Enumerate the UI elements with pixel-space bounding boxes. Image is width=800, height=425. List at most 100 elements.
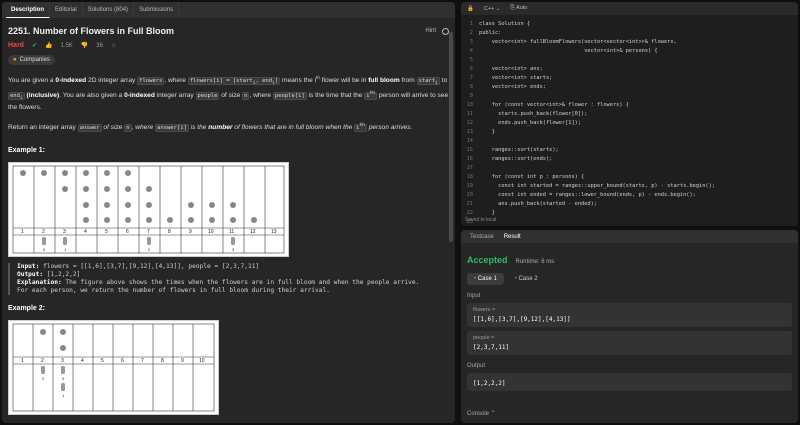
console-toggle[interactable]: Console ⌃ — [467, 410, 496, 417]
flower-icon — [188, 217, 194, 224]
code-line[interactable]: 4 vector<int>& persons) { — [461, 47, 798, 56]
person-label: 2 — [42, 376, 45, 381]
input-people-box: people = [2,3,7,11] — [467, 331, 792, 355]
like-icon[interactable]: 👍 — [45, 42, 52, 49]
grid-col-label: 5 — [105, 229, 108, 235]
code-text[interactable]: vector<int> starts; — [479, 74, 553, 83]
companies-chip[interactable]: ● Companies — [8, 55, 55, 65]
line-number: 19 — [466, 183, 473, 189]
timer-icon[interactable] — [442, 27, 449, 35]
person-label: 1 — [62, 393, 65, 398]
code-text[interactable]: starts.push_back(flower[0]); — [479, 110, 587, 119]
description-content: 2251. Number of Flowers in Full Bloom Hi… — [2, 18, 455, 423]
code-line[interactable]: 8 vector<int> ends; — [461, 83, 798, 92]
code-line[interactable]: 6 vector<int> ans; — [461, 65, 798, 74]
editor-toolbar: 🔒 C++ ⌄ ⎘ Auto — [461, 2, 798, 15]
lock-icon: ● — [13, 57, 17, 63]
description-paragraph-1: You are given a 0-indexed 2D integer arr… — [8, 75, 449, 112]
line-number: 15 — [466, 147, 473, 153]
person-label: 0 — [62, 376, 65, 381]
person-icon — [63, 237, 67, 246]
flower-icon — [209, 202, 215, 209]
example-2-header: Example 2: — [8, 305, 45, 313]
grid-col-label: 5 — [101, 358, 104, 364]
code-line[interactable]: 13 } — [461, 128, 798, 137]
line-number: 4 — [469, 48, 473, 54]
code-line[interactable]: 15 ranges::sort(starts); — [461, 146, 798, 155]
star-icon[interactable]: ☆ — [111, 42, 116, 49]
input-flowers-box: flowers = [[1,6],[3,7],[9,12],[4,13]] — [467, 303, 792, 327]
code-text[interactable]: vector<int> ans; — [479, 65, 543, 74]
code-text[interactable]: for (const int p : persons) { — [479, 173, 585, 182]
code-line[interactable]: 22 } — [461, 209, 798, 218]
code-text[interactable]: vector<int> ends; — [479, 83, 546, 92]
code-line[interactable]: 12 ends.push_back(flower[1]); — [461, 119, 798, 128]
dislike-icon[interactable]: 👎 — [81, 42, 88, 49]
tab-testcase[interactable]: Testcase — [465, 234, 499, 240]
description-scrollbar[interactable] — [449, 32, 453, 242]
flower-icon — [60, 345, 66, 352]
line-number: 20 — [466, 192, 473, 198]
code-line[interactable]: 23 — [461, 218, 798, 226]
person-label: 1 — [64, 247, 67, 252]
tab-submissions[interactable]: Submissions — [134, 2, 180, 18]
code-text[interactable]: vector<int>& persons) { — [479, 47, 657, 56]
code-line[interactable]: 17 — [461, 164, 798, 173]
code-line[interactable]: 14 — [461, 137, 798, 146]
code-text[interactable]: public: — [479, 29, 501, 38]
flower-icon — [146, 186, 152, 193]
auto-mode[interactable]: ⎘ Auto — [510, 5, 527, 12]
code-line[interactable]: 1 class Solution { — [461, 20, 798, 29]
flower-icon — [104, 186, 110, 193]
code-line[interactable]: 16 ranges::sort(ends); — [461, 155, 798, 164]
code-text[interactable]: ans.push_back(started - ended); — [479, 200, 597, 209]
code-text[interactable]: ends.push_back(flower[1]); — [479, 119, 581, 128]
code-text[interactable]: for (const vector<int>& flower : flowers… — [479, 101, 629, 110]
language-select[interactable]: C++ ⌄ — [484, 6, 501, 12]
result-tabbar: Testcase Result — [461, 230, 798, 243]
case-1-tab[interactable]: • Case 1 — [467, 273, 504, 285]
code-line[interactable]: 9 — [461, 92, 798, 101]
flower-icon — [230, 202, 236, 209]
runtime-label: Runtime: 6 ms — [515, 259, 555, 265]
code-line[interactable]: 20 const int ended = ranges::lower_bound… — [461, 191, 798, 200]
flower-icon — [40, 329, 46, 336]
code-line[interactable]: 5 — [461, 56, 798, 65]
case-2-tab[interactable]: • Case 2 — [508, 273, 545, 285]
grid-col-label: 4 — [81, 358, 84, 364]
tab-editorial[interactable]: Editorial — [50, 2, 83, 18]
grid-col-label: 1 — [21, 229, 24, 235]
flower-icon — [62, 170, 68, 177]
description-tabbar: Description Editorial Solutions (804) Su… — [2, 2, 455, 18]
example-1-grid: 1 2 3 4 5 6 7 8 9 10 11 12 13 0 1 2 3 — [12, 165, 285, 254]
code-line[interactable]: 7 vector<int> starts; — [461, 74, 798, 83]
code-text[interactable]: vector<int> fullBloomFlowers(vector<vect… — [479, 38, 677, 47]
line-number: 1 — [469, 21, 473, 27]
code-line[interactable]: 11 starts.push_back(flower[0]); — [461, 110, 798, 119]
code-line[interactable]: 19 const int started = ranges::upper_bou… — [461, 182, 798, 191]
code-line[interactable]: 3 vector<int> fullBloomFlowers(vector<ve… — [461, 38, 798, 47]
code-line[interactable]: 10 for (const vector<int>& flower : flow… — [461, 101, 798, 110]
tab-result[interactable]: Result — [499, 234, 526, 240]
line-number: 8 — [469, 84, 473, 90]
grid-col-label: 12 — [250, 229, 256, 235]
code-text[interactable]: } — [479, 128, 495, 137]
code-line[interactable]: 21 ans.push_back(started - ended); — [461, 200, 798, 209]
code-line[interactable]: 18 for (const int p : persons) { — [461, 173, 798, 182]
tab-solutions[interactable]: Solutions (804) — [83, 2, 135, 18]
hint-button[interactable]: Hint — [425, 28, 436, 34]
tab-description[interactable]: Description — [6, 2, 51, 18]
code-text[interactable]: class Solution { — [479, 20, 530, 29]
code-text[interactable]: const int started = ranges::upper_bound(… — [479, 182, 715, 191]
code-editor[interactable]: 🔒 C++ ⌄ ⎘ Auto 1 class Solution { 2 public:… — [461, 2, 798, 226]
saved-status: Saved to local — [465, 217, 497, 223]
code-text[interactable]: const int ended = ranges::lower_bound(en… — [479, 191, 696, 200]
code-text[interactable]: ranges::sort(ends); — [479, 155, 553, 164]
code-line[interactable]: 2 public: — [461, 29, 798, 38]
example-1-header: Example 1: — [8, 147, 45, 155]
code-area[interactable]: 1 class Solution { 2 public: 3 vector<int> f… — [461, 15, 798, 226]
person-label: 0 — [43, 247, 46, 252]
flower-icon — [125, 186, 131, 193]
code-text[interactable]: ranges::sort(starts); — [479, 146, 559, 155]
line-number: 2 — [469, 30, 473, 36]
